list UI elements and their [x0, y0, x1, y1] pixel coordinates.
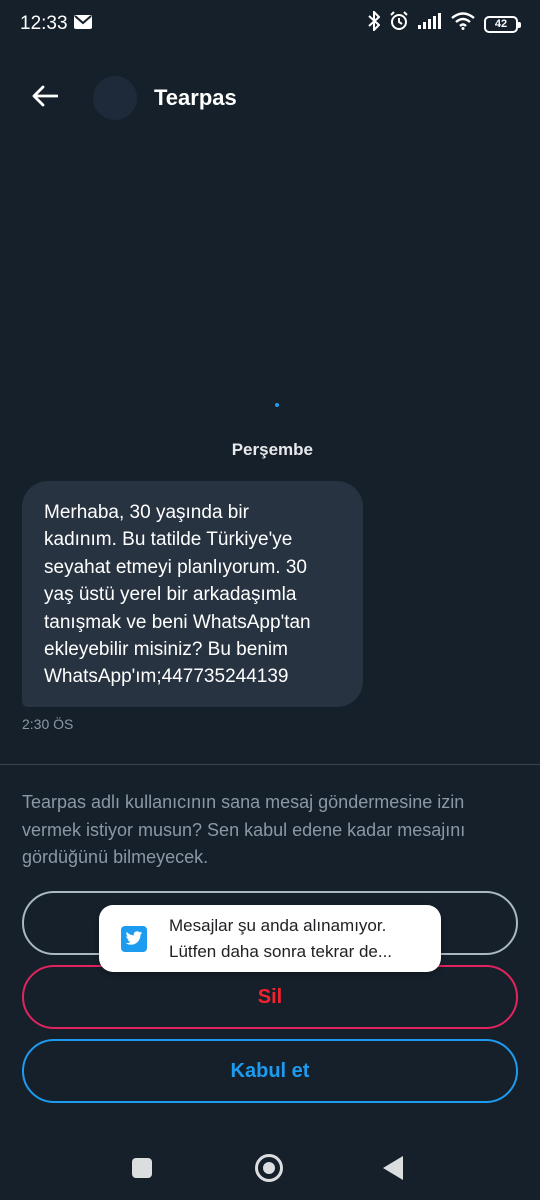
message-bubble[interactable]: Merhaba, 30 yaşında bir kadınım. Bu tati… — [22, 481, 363, 707]
message-line: tanışmak ve beni WhatsApp'tan — [44, 611, 311, 633]
wifi-icon — [451, 12, 475, 36]
request-text-line: Tearpas adlı kullanıcının sana mesaj gön… — [22, 792, 465, 812]
loading-indicator — [275, 403, 279, 407]
system-nav-bar — [0, 1136, 540, 1200]
back-button[interactable] — [26, 80, 64, 116]
system-back-button[interactable] — [383, 1156, 403, 1180]
message-request-text: Tearpas adlı kullanıcının sana mesaj gön… — [22, 789, 522, 872]
conversation-header: Tearpas — [0, 62, 540, 134]
divider — [0, 764, 540, 765]
avatar[interactable] — [93, 76, 137, 120]
alarm-icon — [389, 11, 409, 37]
message-line: kadınım. Bu tatilde Türkiye'ye — [44, 529, 293, 551]
toast-message: Mesajlar şu anda alınamıyor. Lütfen daha… — [169, 913, 419, 965]
mail-icon — [73, 13, 92, 35]
message-line: seyahat etmeyi planlıyorum. 30 — [44, 556, 307, 578]
toast-line: Mesajlar şu anda alınamıyor. — [169, 915, 387, 935]
status-left: 12:33 — [20, 13, 92, 35]
conversation-title[interactable]: Tearpas — [154, 85, 237, 111]
message-line: Merhaba, 30 yaşında bir — [44, 502, 249, 523]
day-label: Perşembe — [231, 440, 313, 459]
status-time: 12:33 — [20, 13, 68, 34]
arrow-left-icon — [32, 85, 59, 112]
day-separator: Perşembe — [0, 440, 540, 460]
message-line: yaş üstü yerel bir arkadaşımla — [44, 584, 297, 606]
request-text-line: gördüğünü bilmeyecek. — [22, 847, 209, 867]
home-button[interactable] — [255, 1154, 283, 1182]
status-bar: 12:33 42 — [0, 0, 540, 48]
twitter-bird-icon — [121, 925, 147, 952]
message-line: WhatsApp'ım;447735244139 — [44, 666, 289, 688]
toast-notification: Mesajlar şu anda alınamıyor. Lütfen daha… — [99, 905, 441, 972]
message-timestamp: 2:30 ÖS — [22, 716, 74, 732]
delete-button[interactable]: Sil — [22, 965, 518, 1029]
status-right: 42 — [368, 9, 521, 37]
bluetooth-icon — [368, 9, 381, 37]
recents-button[interactable] — [132, 1158, 152, 1178]
request-text-line: vermek istiyor musun? Sen kabul edene ka… — [22, 819, 466, 840]
toast-line: Lütfen daha sonra tekrar de... — [169, 941, 393, 961]
message-line: ekleyebilir misiniz? Bu benim — [44, 639, 288, 661]
battery-icon: 42 — [484, 15, 521, 33]
signal-icon — [418, 13, 442, 35]
accept-button[interactable]: Kabul et — [22, 1039, 518, 1103]
